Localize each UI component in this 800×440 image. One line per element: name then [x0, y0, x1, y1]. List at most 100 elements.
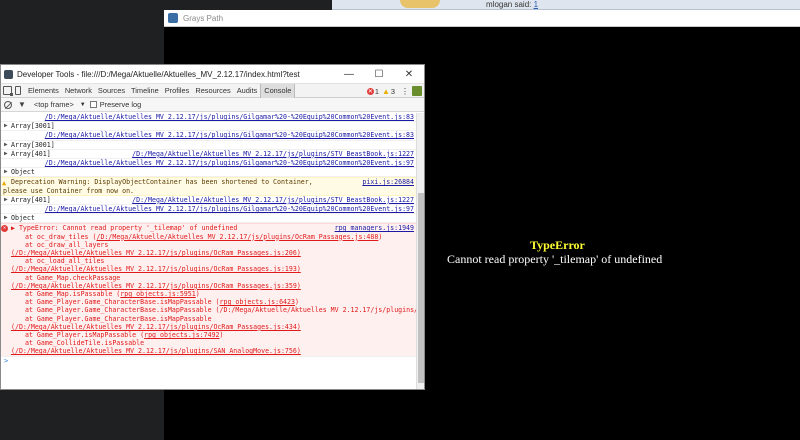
console-object[interactable]: Object — [11, 168, 35, 176]
stack-frame: at Game_Map.checkPassage — [25, 273, 121, 282]
error-icon: ✕ — [366, 87, 374, 95]
close-button[interactable]: ✕ — [394, 65, 424, 83]
tab-network[interactable]: Network — [62, 86, 95, 95]
source-link[interactable]: /D:/Mega/Aktuelle/Aktuelles MV 2.12.17/j… — [132, 150, 414, 158]
stack-frame: (/D:/Mega/Aktuelle/Aktuelles MV 2.12.17/… — [11, 323, 414, 331]
source-link[interactable]: /D:/Mega/Aktuelle/Aktuelles_MV_2.12.17/j… — [45, 113, 414, 121]
error-counter[interactable]: ✕ 1 — [366, 86, 379, 96]
frame-select-chevron-icon[interactable]: ▼ — [80, 102, 86, 108]
expand-arrow-icon[interactable]: ▶ — [4, 214, 8, 222]
devtools-tab-bar: Elements Network Sources Timeline Profil… — [1, 83, 424, 98]
source-link[interactable]: /D:/Mega/Aktuelle/Aktuelles_MV_2.12.17/j… — [45, 159, 414, 167]
stack-frame-text: at Game_Player.Game_CharacterBase.isMapP… — [25, 298, 220, 307]
expand-arrow-icon[interactable]: ▶ — [4, 168, 8, 176]
source-link[interactable]: /D:/Mega/Aktuelle/Aktuelles MV 2.12.17/j… — [132, 196, 414, 204]
stack-frame: (/D:/Mega/Aktuelle/Aktuelles MV 2.12.17/… — [11, 265, 414, 273]
stack-frame-link[interactable]: (/D:/Mega/Aktuelle/Aktuelles MV 2.12.17/… — [11, 282, 301, 290]
stack-frame: at oc_draw_all_layers — [25, 240, 109, 249]
tab-elements[interactable]: Elements — [25, 86, 62, 95]
console-object[interactable]: Array[401] — [11, 196, 51, 204]
error-icon: ✕ — [1, 225, 8, 233]
tab-sources[interactable]: Sources — [95, 86, 128, 95]
forum-said-number[interactable]: 1 — [534, 0, 538, 9]
tab-console[interactable]: Console — [260, 83, 296, 98]
source-link[interactable]: pixi.js:26884 — [362, 178, 414, 186]
expand-arrow-icon[interactable]: ▶ — [4, 196, 8, 204]
source-link[interactable]: /D:/Mega/Aktuelle/Aktuelles_MV_2.12.17/j… — [45, 131, 414, 139]
preserve-log-checkbox[interactable] — [89, 101, 97, 108]
stack-frame-text: ) — [378, 232, 383, 241]
warning-icon: ▲ — [381, 86, 390, 96]
warning-text-line2: please use Container from now on. — [3, 186, 135, 195]
stack-frame-text: at Game_Map.isPassable ( — [25, 290, 121, 299]
console-row: ▶ Object — [1, 168, 416, 178]
stack-frame-link[interactable]: (/D:/Mega/Aktuelle/Aktuelles MV 2.12.17/… — [11, 249, 301, 257]
warning-counter[interactable]: ▲ 3 — [382, 87, 395, 96]
stack-frame-link[interactable]: rpg_objects.js:5951 — [120, 290, 195, 298]
console-object[interactable]: Array[3001] — [11, 141, 55, 149]
tab-audits[interactable]: Audits — [234, 86, 261, 95]
stack-frame: at Game_Player.isMapPassable (rpg_object… — [11, 331, 414, 339]
devtools-titlebar[interactable]: Developer Tools - file:///D:/Mega/Aktuel… — [1, 65, 424, 84]
stack-frame-text: at Game_Player.isMapPassable ( — [25, 331, 145, 340]
devtools-title: Developer Tools - file:///D:/Mega/Aktuel… — [17, 69, 300, 79]
console-scrollbar[interactable] — [416, 113, 424, 389]
warning-count-value: 3 — [390, 86, 395, 96]
tab-profiles[interactable]: Profiles — [162, 86, 193, 95]
stack-frame-link[interactable]: rpg_objects.js:6423 — [220, 298, 295, 306]
frame-select[interactable]: <top frame> — [34, 100, 74, 109]
stack-frame-link[interactable]: rpg_objects.js:7492 — [144, 331, 219, 339]
console-object[interactable]: Array[401] — [11, 150, 51, 158]
stack-frame-link[interactable]: (/D:/Mega/Aktuelle/Aktuelles MV 2.12.17/… — [11, 347, 301, 355]
stack-frame: at Game_Player.Game_CharacterBase.isMapP… — [11, 298, 414, 306]
tab-resources[interactable]: Resources — [192, 86, 233, 95]
stack-frame[interactable]: at Game_Player.Game_CharacterBase.isMapP… — [11, 306, 416, 314]
console-row: /D:/Mega/Aktuelle/Aktuelles_MV_2.12.17/j… — [1, 159, 416, 169]
stack-frame: at Game_CollideTile.isPassable — [25, 339, 145, 348]
console-warning-row: ▲ pixi.js:26884 Deprecation Warning: Dis… — [1, 177, 416, 196]
dock-side-icon[interactable] — [412, 86, 422, 96]
inspect-element-icon[interactable] — [3, 86, 13, 96]
stack-frame: (/D:/Mega/Aktuelle/Aktuelles MV 2.12.17/… — [11, 249, 414, 257]
more-options-icon[interactable]: ⋮ — [401, 87, 409, 96]
stack-frame-link[interactable]: /D:/Mega/Aktuelle/Aktuelles MV 2.12.17/j… — [96, 233, 378, 241]
source-link[interactable]: rpg_managers.js:1949 — [335, 224, 414, 232]
clear-console-icon[interactable] — [4, 100, 12, 109]
expand-arrow-icon[interactable]: ▶ — [11, 224, 19, 232]
console-prompt[interactable]: > — [1, 357, 416, 365]
stack-frame-link[interactable]: (/D:/Mega/Aktuelle/Aktuelles MV 2.12.17/… — [11, 323, 301, 331]
forum-quote-header: mlogan said: 1 — [486, 0, 538, 9]
forum-avatar — [400, 0, 440, 8]
console-row: ▶ Array[3001] — [1, 141, 416, 150]
expand-arrow-icon[interactable]: ▶ — [4, 141, 8, 149]
window-controls: — ☐ ✕ — [334, 65, 424, 83]
stack-frame: at oc_load_all_tiles — [25, 257, 105, 266]
warning-text-line1: Deprecation Warning: DisplayObjectContai… — [11, 178, 313, 187]
maximize-button[interactable]: ☐ — [364, 65, 394, 83]
expand-arrow-icon[interactable]: ▶ — [4, 122, 8, 130]
console-output[interactable]: /D:/Mega/Aktuelle/Aktuelles_MV_2.12.17/j… — [1, 113, 416, 389]
console-object[interactable]: Object — [11, 214, 35, 222]
filter-icon[interactable]: ▼ — [18, 100, 26, 109]
stack-frame-text: at oc_draw_tiles ( — [25, 232, 97, 241]
stack-frame-text: ) — [219, 331, 224, 340]
console-row: ▶ /D:/Mega/Aktuelle/Aktuelles MV 2.12.17/… — [1, 150, 416, 160]
devtools-window: Developer Tools - file:///D:/Mega/Aktuel… — [0, 64, 425, 390]
console-object[interactable]: Array[3001] — [11, 122, 55, 130]
stack-frame: (/D:/Mega/Aktuelle/Aktuelles MV 2.12.17/… — [11, 347, 414, 355]
console-toolbar: ▼ <top frame> ▼ Preserve log — [1, 98, 424, 112]
stack-frame-link[interactable]: (/D:/Mega/Aktuelle/Aktuelles MV 2.12.17/… — [11, 265, 301, 273]
game-titlebar[interactable]: Grays Path — [164, 10, 800, 27]
console-row: ▶ Object — [1, 214, 416, 224]
scrollbar-thumb[interactable] — [418, 193, 424, 383]
source-link[interactable]: /D:/Mega/Aktuelle/Aktuelles_MV_2.12.17/j… — [45, 205, 414, 213]
error-count-value: 1 — [374, 86, 379, 96]
warning-icon: ▲ — [2, 179, 7, 188]
expand-arrow-icon[interactable]: ▶ — [4, 150, 8, 158]
forum-said-label: mlogan said: — [486, 0, 532, 9]
tab-timeline[interactable]: Timeline — [128, 86, 162, 95]
game-app-icon — [168, 13, 178, 23]
minimize-button[interactable]: — — [334, 65, 364, 83]
device-mode-icon[interactable] — [15, 86, 21, 95]
devtools-status-area: ✕ 1 ▲ 3 ⋮ — [366, 84, 422, 98]
